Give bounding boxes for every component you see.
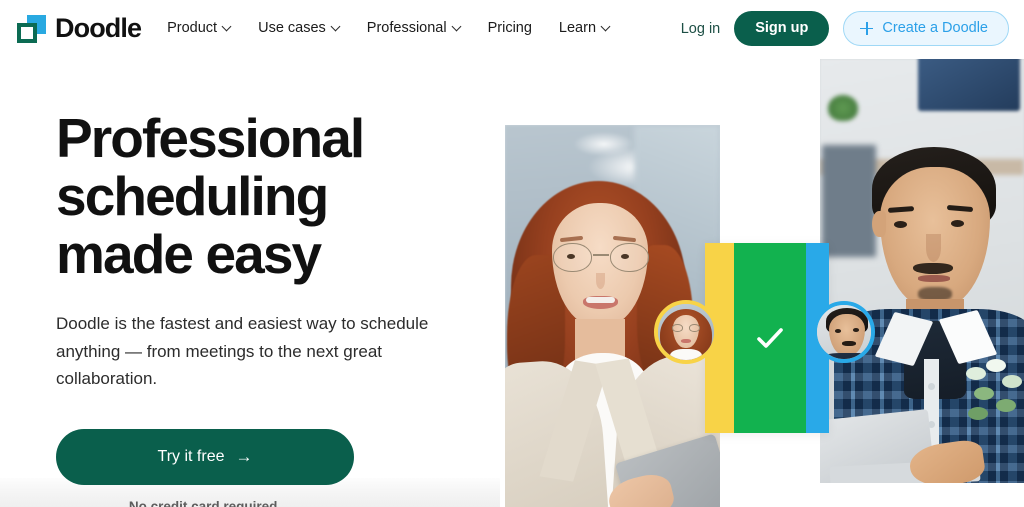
nav-item-label: Use cases: [258, 20, 326, 37]
try-it-free-button[interactable]: Try it free →: [56, 428, 354, 485]
sign-up-button[interactable]: Sign up: [734, 10, 830, 47]
scheduling-confirmation-card: [705, 243, 829, 433]
site-header: Doodle Product Use cases Professional Pr…: [0, 0, 1024, 57]
check-icon: [757, 328, 783, 348]
chevron-down-icon: [602, 23, 610, 31]
hero-artwork: [500, 0, 1024, 507]
hero-title: Professional scheduling made easy: [56, 107, 365, 285]
nav-item-pricing[interactable]: Pricing: [488, 21, 532, 36]
doodle-squares-logo-icon: [17, 14, 46, 43]
hero-subtitle: Doodle is the fastest and easiest way to…: [56, 314, 429, 389]
page-root: Doodle Product Use cases Professional Pr…: [0, 0, 1024, 507]
avatar-woman: [654, 300, 718, 364]
chevron-down-icon: [453, 23, 461, 31]
chevron-down-icon: [223, 23, 231, 31]
brand-name: Doodle: [55, 13, 142, 43]
no-credit-card-note: No credit card required.: [128, 498, 282, 507]
stripe-green: [734, 243, 806, 433]
create-a-doodle-label: Create a Doodle: [882, 19, 988, 36]
chevron-down-icon: [332, 23, 340, 31]
arrow-right-icon: →: [235, 447, 253, 467]
avatar-man: [813, 301, 875, 363]
plus-icon: [860, 22, 874, 35]
nav-item-use-cases[interactable]: Use cases: [258, 21, 340, 36]
header-right-group: Log in Sign up Create a Doodle: [664, 0, 1009, 57]
nav-item-product[interactable]: Product: [167, 21, 231, 36]
create-a-doodle-button[interactable]: Create a Doodle: [843, 10, 1009, 47]
nav-item-learn[interactable]: Learn: [559, 21, 610, 36]
log-in-link[interactable]: Log in: [681, 21, 721, 37]
nav-item-label: Product: [167, 20, 218, 37]
primary-nav: Product Use cases Professional Pricing L…: [167, 0, 622, 57]
nav-item-professional[interactable]: Professional: [367, 21, 461, 36]
nav-item-label: Professional: [366, 20, 447, 37]
doodle-logo[interactable]: Doodle: [17, 13, 142, 43]
hero-copy: Professional scheduling made easy Doodle…: [56, 107, 456, 507]
header-left-group: Doodle Product Use cases Professional Pr…: [0, 0, 622, 57]
hero-photo-man: [820, 59, 1024, 483]
nav-item-label: Pricing: [487, 20, 532, 37]
nav-item-label: Learn: [558, 20, 597, 37]
try-it-free-label: Try it free: [157, 447, 225, 465]
